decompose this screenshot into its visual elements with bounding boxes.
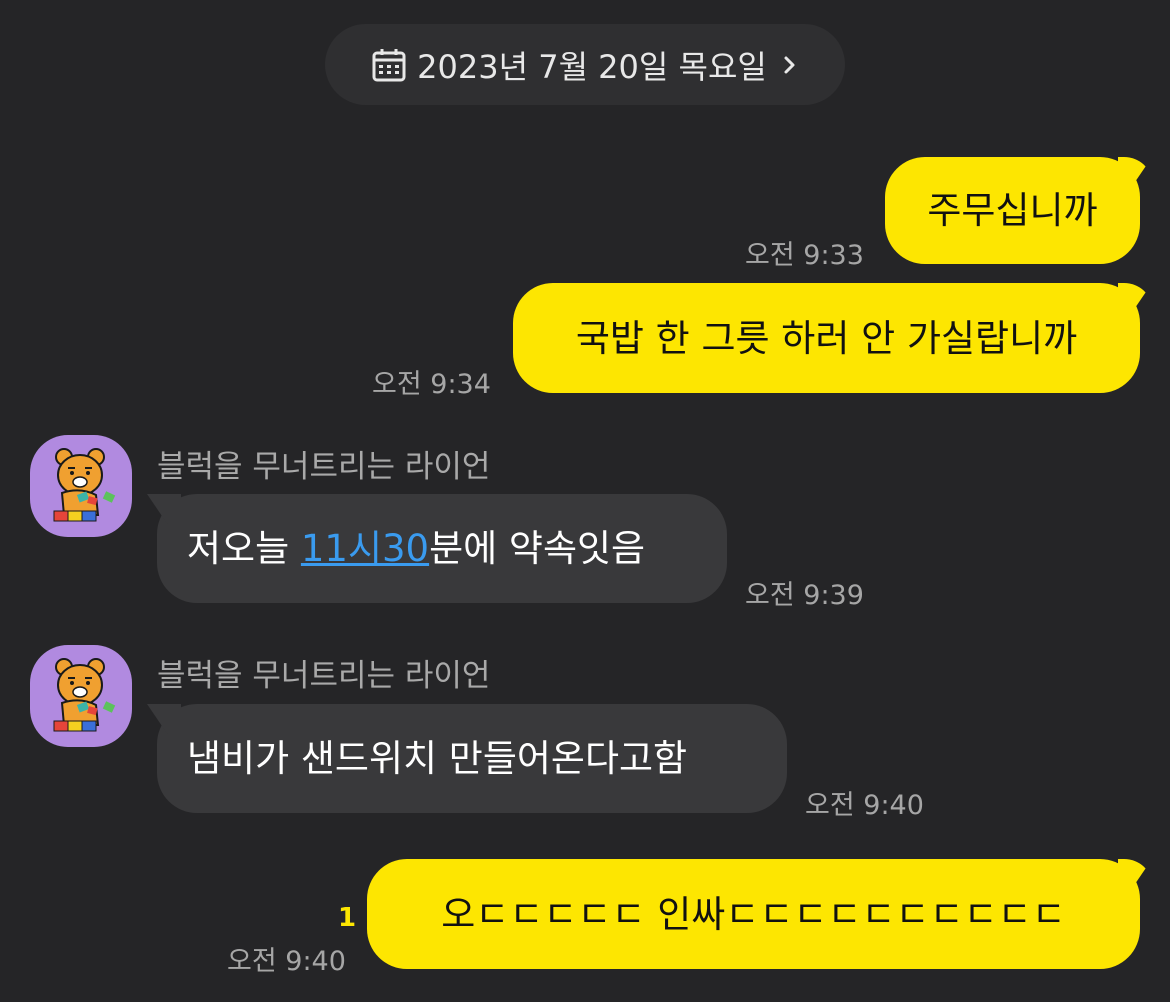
my-message-bubble[interactable]: 주무십니까 <box>885 157 1140 264</box>
unread-count: 1 <box>338 903 357 933</box>
sender-avatar[interactable] <box>30 645 132 747</box>
sender-name: 블럭을 무너트리는 라이언 <box>157 449 491 485</box>
sender-avatar[interactable] <box>30 435 132 537</box>
my-message-bubble[interactable]: 오ㄷㄷㄷㄷㄷ 인싸ㄷㄷㄷㄷㄷㄷㄷㄷㄷㄷ <box>367 859 1140 969</box>
message-text: 오ㄷㄷㄷㄷㄷ 인싸ㄷㄷㄷㄷㄷㄷㄷㄷㄷㄷ <box>441 892 1066 936</box>
ryan-character-icon <box>53 658 116 732</box>
other-message-bubble[interactable]: 냄비가 샌드위치 만들어온다고함 <box>157 704 787 813</box>
message-time: 오전 9:34 <box>372 369 491 400</box>
sender-name: 블럭을 무너트리는 라이언 <box>157 658 491 694</box>
chevron-right-icon <box>784 56 795 73</box>
message-time: 오전 9:40 <box>805 790 924 821</box>
other-message-bubble[interactable]: 저오늘 11시30분에 약속잇음 <box>157 494 727 603</box>
message-text: 냄비가 샌드위치 만들어온다고함 <box>187 737 688 780</box>
message-text-part: 분에 약속잇음 <box>429 527 646 570</box>
date-header[interactable]: 2023년 7월 20일 목요일 <box>325 24 845 105</box>
message-text-part: 저오늘 <box>187 527 301 570</box>
date-label: 2023년 7월 20일 목요일 <box>417 47 767 86</box>
message-time: 오전 9:39 <box>745 580 864 611</box>
message-time: 오전 9:33 <box>745 240 864 271</box>
message-text: 저오늘 11시30분에 약속잇음 <box>187 530 645 567</box>
calendar-icon <box>372 48 406 81</box>
message-time: 오전 9:40 <box>227 946 346 977</box>
ryan-character-icon <box>53 448 116 522</box>
message-text: 주무십니까 <box>927 189 1098 232</box>
time-link[interactable]: 11시30 <box>301 527 429 570</box>
my-message-bubble[interactable]: 국밥 한 그릇 하러 안 가실랍니까 <box>513 283 1140 393</box>
message-text: 국밥 한 그릇 하러 안 가실랍니까 <box>575 316 1078 360</box>
